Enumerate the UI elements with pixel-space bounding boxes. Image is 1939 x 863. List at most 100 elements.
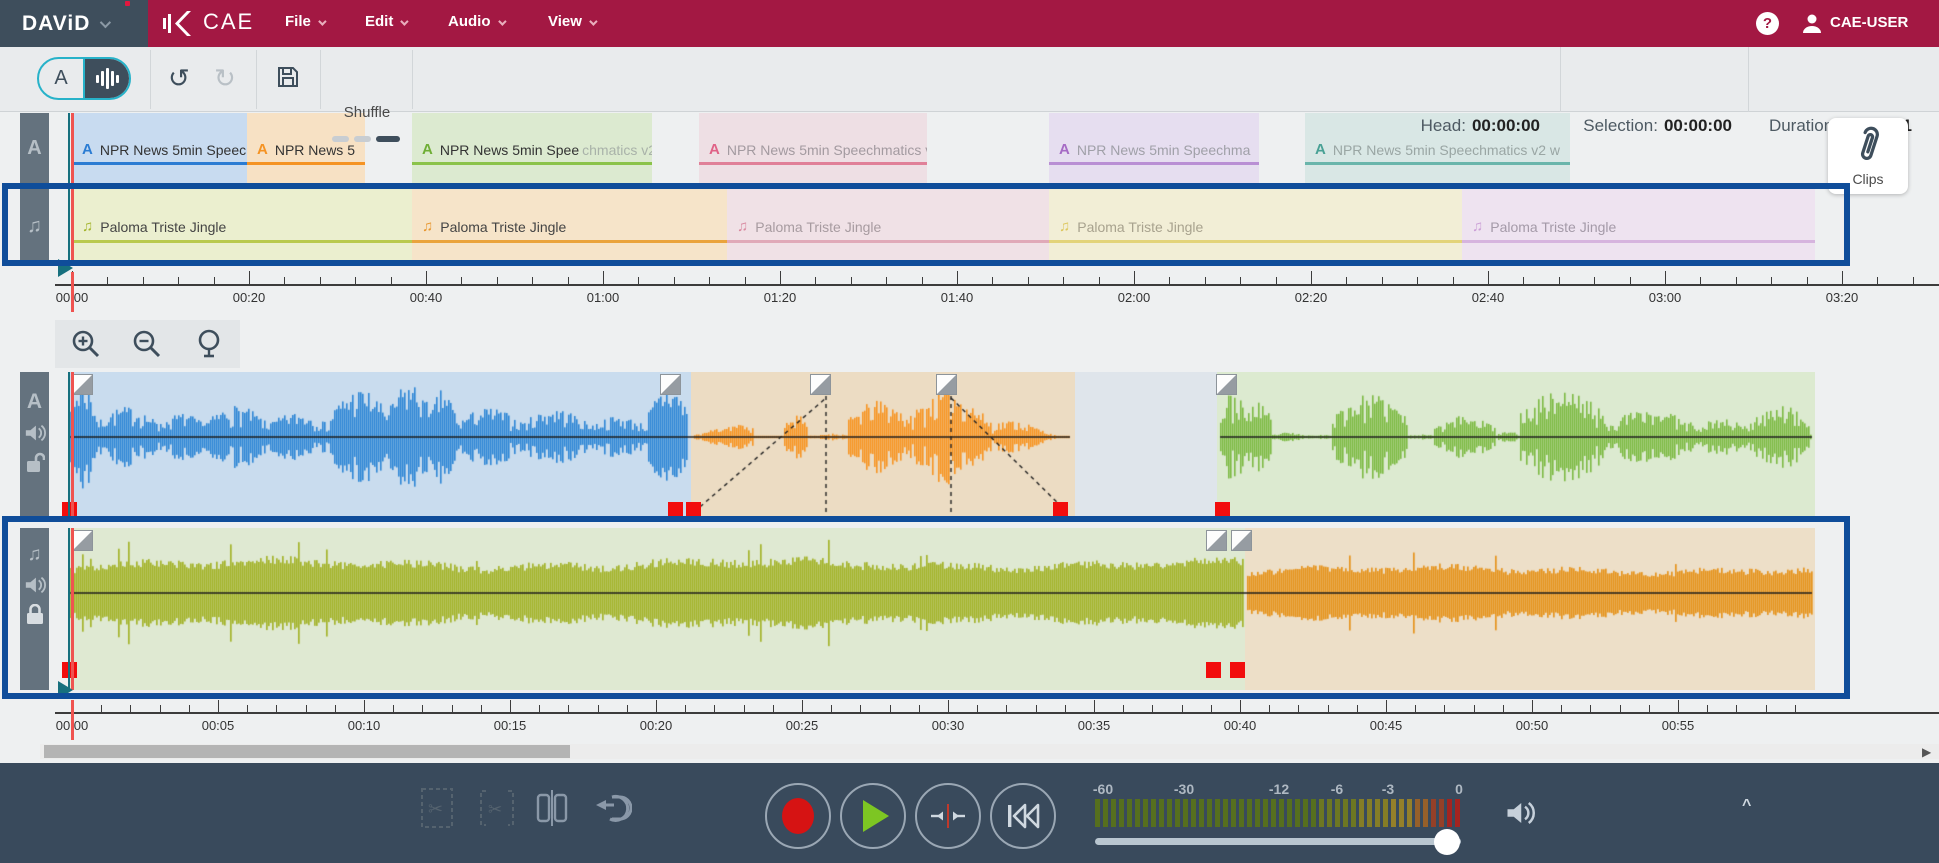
fade-handle[interactable] <box>72 530 93 551</box>
cut-selection-icon[interactable]: ✂ <box>420 787 454 829</box>
zoom-in-icon[interactable] <box>71 329 101 359</box>
go-to-marker-button[interactable] <box>915 783 981 849</box>
david-logo-menu[interactable]: DAViD <box>0 0 148 47</box>
clip-underline <box>72 240 412 243</box>
cae-brand-icon <box>163 10 193 37</box>
menu-view[interactable]: View <box>548 13 595 30</box>
menu-file[interactable]: File <box>285 13 324 30</box>
overview-jingle-clip[interactable]: ♫Paloma Triste Jingle <box>72 188 412 264</box>
menu-audio[interactable]: Audio <box>448 13 504 30</box>
lock-icon[interactable] <box>26 604 44 625</box>
chevron-down-icon <box>498 17 506 25</box>
ruler-label: 01:00 <box>587 290 620 305</box>
scrollbar-thumb[interactable] <box>44 745 570 758</box>
playhead-marker-zoomed[interactable] <box>58 681 73 699</box>
ruler-label: 00:35 <box>1078 718 1111 733</box>
overview-jingle-clip[interactable]: ♫Paloma Triste Jingle <box>412 188 727 264</box>
track1-audio-lane[interactable] <box>55 372 1815 518</box>
clip-title: NPR News 5min Speechma <box>1077 142 1251 158</box>
user-icon[interactable] <box>1800 11 1824 35</box>
playhead-overview[interactable] <box>71 113 74 264</box>
text-clip-icon: A <box>709 141 720 158</box>
clips-panel-button[interactable]: Clips <box>1828 118 1908 194</box>
track2-audio-lane[interactable] <box>55 528 1815 690</box>
mode-waveform-button[interactable] <box>85 59 129 98</box>
ruler-label: 00:30 <box>932 718 965 733</box>
clip-edit-marker[interactable] <box>1206 662 1221 678</box>
text-clip-icon: A <box>422 141 433 158</box>
zoom-fit-icon[interactable] <box>194 329 224 359</box>
overview-a-clip[interactable]: ANPR News 5 <box>247 113 365 184</box>
fade-handle[interactable] <box>72 374 93 395</box>
replace-record-icon[interactable] <box>592 787 632 829</box>
overview-jingle-clip[interactable]: ♫Paloma Triste Jingle <box>1049 188 1462 264</box>
ruler-label: 02:40 <box>1472 290 1505 305</box>
ruler-label: 00:40 <box>410 290 443 305</box>
david-logo: DAViD <box>22 12 90 36</box>
mode-text-button[interactable]: A <box>39 59 85 98</box>
split-clip-icon[interactable] <box>535 787 569 829</box>
overview-track-jingle-header[interactable]: ♫ <box>20 188 49 264</box>
ruler-label: 00:25 <box>786 718 819 733</box>
svg-text:✂: ✂ <box>488 800 502 819</box>
menu-edit[interactable]: Edit <box>365 13 406 30</box>
edit-mode-toggle[interactable]: A <box>37 57 131 100</box>
overview-jingle-clip[interactable]: ♫Paloma Triste Jingle <box>727 188 1049 264</box>
rewind-to-start-button[interactable] <box>990 783 1056 849</box>
playhead-track2[interactable] <box>71 528 74 690</box>
clip-edit-marker[interactable] <box>668 502 683 518</box>
playhead-ruler2[interactable] <box>71 700 74 740</box>
shuffle-mode-segments[interactable] <box>332 136 400 142</box>
overview-a-clip[interactable]: ANPR News 5min Speechma <box>1049 113 1259 184</box>
fade-handle[interactable] <box>810 374 831 395</box>
clip-edit-marker[interactable] <box>1053 502 1068 518</box>
horizontal-scrollbar[interactable] <box>40 744 1939 759</box>
overview-track-a-header[interactable]: A <box>20 113 49 184</box>
user-name[interactable]: CAE-USER <box>1830 14 1908 31</box>
fade-handle[interactable] <box>1216 374 1237 395</box>
record-button[interactable] <box>765 783 831 849</box>
volume-slider-knob[interactable] <box>1434 829 1460 855</box>
playhead-marker-overview[interactable] <box>58 259 73 277</box>
ruler-label: 01:20 <box>764 290 797 305</box>
track1-waveform-canvas[interactable] <box>55 372 1815 518</box>
ruler-label: 02:20 <box>1295 290 1328 305</box>
volume-slider[interactable] <box>1095 838 1461 845</box>
speaker-icon[interactable] <box>24 423 46 443</box>
meter-scale-label: -12 <box>1269 781 1289 797</box>
help-icon[interactable]: ? <box>1756 12 1779 35</box>
track2-header[interactable]: ♫ <box>20 528 49 690</box>
track2-waveform-canvas[interactable] <box>55 528 1815 690</box>
monitor-speaker-icon[interactable] <box>1505 799 1535 827</box>
zoomed-timeline-ruler[interactable]: 00:0000:0500:1000:1500:2000:2500:3000:35… <box>0 700 1939 742</box>
unlock-icon[interactable] <box>25 452 45 473</box>
overview-a-clip[interactable]: ANPR News 5min Speech <box>72 113 247 184</box>
overview-jingle-clip[interactable]: ♫Paloma Triste Jingle <box>1462 188 1815 264</box>
cut-edges-icon[interactable]: ✂ <box>478 787 516 829</box>
clip-edit-marker[interactable] <box>686 502 701 518</box>
paperclip-icon <box>1853 124 1883 164</box>
overview-a-clip[interactable]: ANPR News 5min Speechmatics v2 with <box>412 113 652 184</box>
overview-timeline-ruler[interactable]: 00:0000:2000:4001:0001:2001:4002:0002:20… <box>0 268 1939 314</box>
play-options-caret[interactable]: ^ <box>1742 797 1751 815</box>
playhead-ruler1[interactable] <box>71 272 74 312</box>
fade-handle[interactable] <box>1231 530 1252 551</box>
clips-panel-label: Clips <box>1828 171 1908 187</box>
zoom-out-icon[interactable] <box>132 329 162 359</box>
scroll-right-arrow[interactable]: ▶ <box>1922 745 1931 759</box>
fade-handle[interactable] <box>660 374 681 395</box>
playhead-track1[interactable] <box>71 372 74 518</box>
redo-icon[interactable]: ↻ <box>214 65 236 91</box>
track1-header[interactable]: A <box>20 372 49 518</box>
shuffle-label[interactable]: Shuffle <box>332 104 402 121</box>
speaker-icon[interactable] <box>24 575 46 595</box>
save-icon[interactable] <box>276 65 300 89</box>
undo-icon[interactable]: ↺ <box>168 65 190 91</box>
fade-handle[interactable] <box>936 374 957 395</box>
fade-handle[interactable] <box>1206 530 1227 551</box>
clip-edit-marker[interactable] <box>1215 502 1230 518</box>
ruler-label: 01:40 <box>941 290 974 305</box>
overview-a-clip[interactable]: ANPR News 5min Speechmatics v2 with s <box>699 113 927 184</box>
clip-edit-marker[interactable] <box>1230 662 1245 678</box>
play-button[interactable]: ^ <box>840 783 906 849</box>
